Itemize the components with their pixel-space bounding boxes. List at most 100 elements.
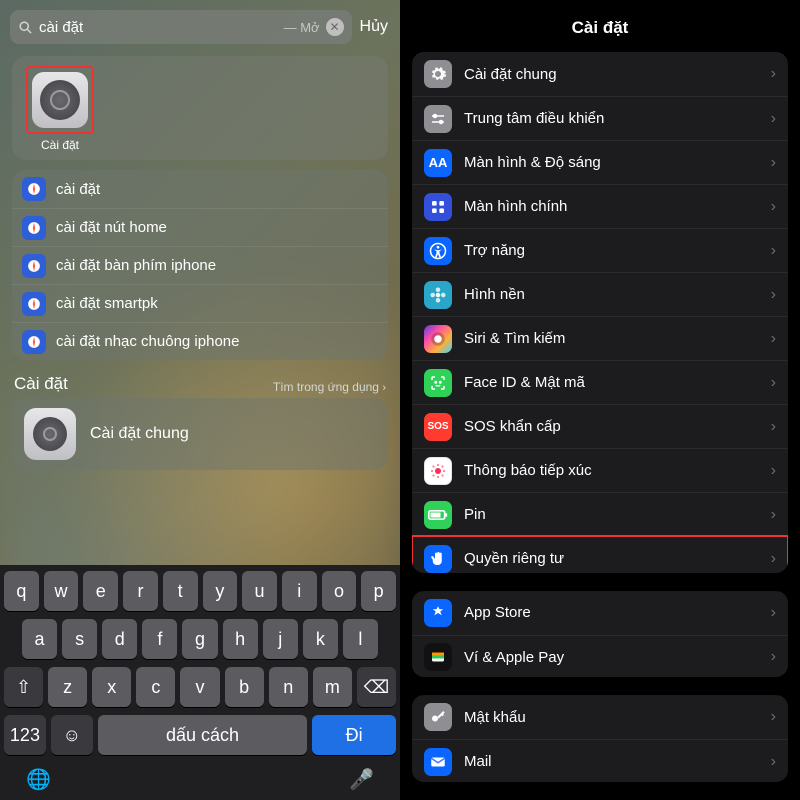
spotlight-screen: cài đặt — Mở ✕ Hủy Cài đặt cài đặt cài đ… bbox=[0, 0, 400, 800]
SOS-icon: SOS bbox=[424, 413, 452, 441]
key-p[interactable]: p bbox=[361, 571, 396, 611]
settings-row-label: App Store bbox=[464, 604, 771, 621]
settings-row-face-id-m-t-m-[interactable]: Face ID & Mật mã › bbox=[412, 360, 788, 404]
settings-row-trung-t-m-i-u-khi-n[interactable]: Trung tâm điều khiển › bbox=[412, 96, 788, 140]
keyboard-bottom-bar: 🌐 🎤 bbox=[4, 763, 396, 792]
key-a[interactable]: a bbox=[22, 619, 57, 659]
settings-row-h-nh-n-n[interactable]: Hình nền › bbox=[412, 272, 788, 316]
key-⇧[interactable]: ⇧ bbox=[4, 667, 43, 707]
highlight-frame bbox=[26, 66, 94, 134]
settings-row-c-i-t-chung[interactable]: Cài đặt chung › bbox=[412, 52, 788, 96]
flower-icon bbox=[424, 281, 452, 309]
key-e[interactable]: e bbox=[83, 571, 118, 611]
settings-row-m-n-h-nh-s-ng[interactable]: AA Màn hình & Độ sáng › bbox=[412, 140, 788, 184]
key-k[interactable]: k bbox=[303, 619, 338, 659]
key-b[interactable]: b bbox=[225, 667, 264, 707]
suggestion-item[interactable]: cài đặt smartpk bbox=[12, 284, 388, 322]
key-o[interactable]: o bbox=[322, 571, 357, 611]
suggestion-item[interactable]: cài đặt nút home bbox=[12, 208, 388, 246]
grid-icon bbox=[424, 193, 452, 221]
key-t[interactable]: t bbox=[163, 571, 198, 611]
key-r[interactable]: r bbox=[123, 571, 158, 611]
cancel-button[interactable]: Hủy bbox=[360, 18, 390, 36]
settings-row-label: Siri & Tìm kiếm bbox=[464, 330, 771, 347]
search-query: cài đặt bbox=[39, 19, 284, 36]
gear-icon bbox=[424, 60, 452, 88]
key-q[interactable]: q bbox=[4, 571, 39, 611]
key-x[interactable]: x bbox=[92, 667, 131, 707]
top-hit-card: Cài đặt bbox=[12, 56, 388, 160]
key-y[interactable]: y bbox=[203, 571, 238, 611]
settings-row-label: Pin bbox=[464, 506, 771, 523]
settings-row-sos-kh-n-c-p[interactable]: SOS SOS khẩn cấp › bbox=[412, 404, 788, 448]
key-f[interactable]: f bbox=[142, 619, 177, 659]
hand-icon bbox=[424, 545, 452, 573]
suggestion-item[interactable]: cài đặt bàn phím iphone bbox=[12, 246, 388, 284]
settings-row-quy-n-ri-ng-t-[interactable]: Quyền riêng tư › bbox=[412, 536, 788, 573]
clear-icon[interactable]: ✕ bbox=[326, 18, 344, 36]
key-c[interactable]: c bbox=[136, 667, 175, 707]
suggestion-item[interactable]: cài đặt bbox=[12, 170, 388, 208]
mic-icon[interactable]: 🎤 bbox=[349, 767, 374, 792]
settings-row-siri-t-m-ki-m[interactable]: Siri & Tìm kiếm › bbox=[412, 316, 788, 360]
section-more[interactable]: Tìm trong ứng dụng › bbox=[273, 380, 386, 394]
safari-icon bbox=[22, 216, 46, 240]
key-☺[interactable]: ☺ bbox=[51, 715, 93, 755]
settings-group-3: Mật khẩu › Mail › bbox=[412, 695, 788, 782]
suggestion-label: cài đặt nút home bbox=[56, 219, 167, 236]
access-icon bbox=[424, 237, 452, 265]
key-w[interactable]: w bbox=[44, 571, 79, 611]
key-icon bbox=[424, 703, 452, 731]
safari-icon bbox=[22, 254, 46, 278]
suggestion-item[interactable]: cài đặt nhạc chuông iphone bbox=[12, 322, 388, 360]
settings-row-label: Màn hình chính bbox=[464, 198, 771, 215]
settings-row-app-store[interactable]: App Store › bbox=[412, 591, 788, 635]
chevron-right-icon: › bbox=[771, 648, 776, 666]
battery-icon bbox=[424, 501, 452, 529]
chevron-right-icon: › bbox=[771, 753, 776, 771]
key-v[interactable]: v bbox=[180, 667, 219, 707]
in-app-result[interactable]: Cài đặt chung bbox=[12, 398, 388, 470]
settings-row-m-t-kh-u[interactable]: Mật khẩu › bbox=[412, 695, 788, 739]
key-g[interactable]: g bbox=[182, 619, 217, 659]
key-s[interactable]: s bbox=[62, 619, 97, 659]
settings-row-tr-n-ng[interactable]: Trợ năng › bbox=[412, 228, 788, 272]
wallet-icon bbox=[424, 643, 452, 671]
key-⌫[interactable]: ⌫ bbox=[357, 667, 396, 707]
settings-row-label: Cài đặt chung bbox=[464, 66, 771, 83]
key-dấu cách[interactable]: dấu cách bbox=[98, 715, 307, 755]
globe-icon[interactable]: 🌐 bbox=[26, 767, 51, 792]
key-d[interactable]: d bbox=[102, 619, 137, 659]
in-app-result-label: Cài đặt chung bbox=[90, 425, 189, 443]
settings-row-pin[interactable]: Pin › bbox=[412, 492, 788, 536]
suggestion-label: cài đặt bàn phím iphone bbox=[56, 257, 216, 274]
settings-app-tile[interactable]: Cài đặt bbox=[22, 66, 98, 152]
chevron-right-icon: › bbox=[771, 708, 776, 726]
settings-row-v-apple-pay[interactable]: Ví & Apple Pay › bbox=[412, 635, 788, 678]
settings-row-label: Ví & Apple Pay bbox=[464, 649, 771, 666]
suggestion-label: cài đặt nhạc chuông iphone bbox=[56, 333, 239, 350]
search-input[interactable]: cài đặt — Mở ✕ bbox=[10, 10, 352, 44]
keyboard: qwertyuiop asdfghjkl ⇧zxcvbnm⌫ 123☺dấu c… bbox=[0, 565, 400, 800]
settings-row-th-ng-b-o-ti-p-x-c[interactable]: Thông báo tiếp xúc › bbox=[412, 448, 788, 492]
key-h[interactable]: h bbox=[223, 619, 258, 659]
chevron-right-icon: › bbox=[771, 330, 776, 348]
chevron-right-icon: › bbox=[771, 110, 776, 128]
key-u[interactable]: u bbox=[242, 571, 277, 611]
key-Đi[interactable]: Đi bbox=[312, 715, 396, 755]
key-n[interactable]: n bbox=[269, 667, 308, 707]
settings-row-m-n-h-nh-ch-nh[interactable]: Màn hình chính › bbox=[412, 184, 788, 228]
key-j[interactable]: j bbox=[263, 619, 298, 659]
safari-icon bbox=[22, 330, 46, 354]
chevron-right-icon: › bbox=[771, 154, 776, 172]
key-123[interactable]: 123 bbox=[4, 715, 46, 755]
settings-row-mail[interactable]: Mail › bbox=[412, 739, 788, 782]
face-icon bbox=[424, 369, 452, 397]
key-z[interactable]: z bbox=[48, 667, 87, 707]
key-l[interactable]: l bbox=[343, 619, 378, 659]
settings-app-icon bbox=[32, 72, 88, 128]
settings-row-label: Hình nền bbox=[464, 286, 771, 303]
key-i[interactable]: i bbox=[282, 571, 317, 611]
section-header: Cài đặt Tìm trong ứng dụng › bbox=[14, 374, 386, 394]
key-m[interactable]: m bbox=[313, 667, 352, 707]
